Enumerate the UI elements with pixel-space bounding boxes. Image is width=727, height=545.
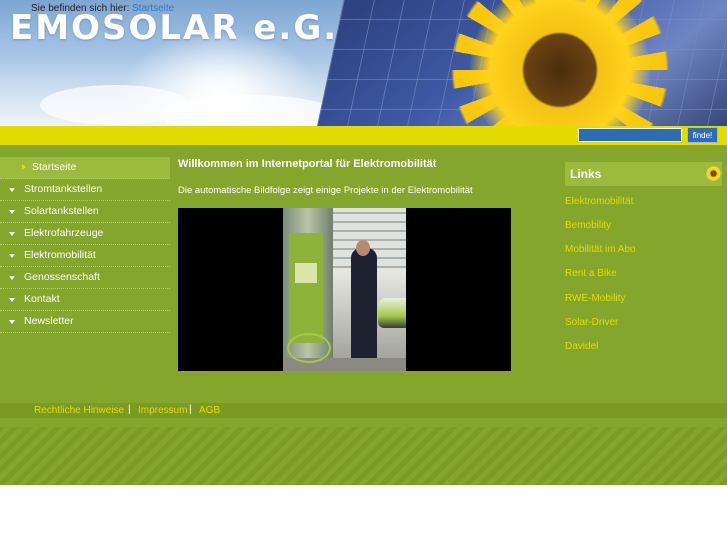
sidebar-item-label: Startseite [32,161,77,173]
sidebar-item-elektrofahrzeuge[interactable]: Elektrofahrzeuge [0,223,170,245]
arrow-down-icon [9,210,15,214]
slideshow[interactable] [178,208,511,371]
sunflower-image [470,0,650,126]
link-mobilitaet-im-abo[interactable]: Mobilität im Abo [565,244,636,255]
footer-band [0,418,727,427]
sidebar-item-label: Elektromobilität [24,249,96,261]
arrow-down-icon [9,298,15,302]
links-panel-title: Links [570,167,602,181]
sidebar-item-label: Solartankstellen [24,205,99,217]
link-rwe-mobility[interactable]: RWE-Mobility [565,293,625,304]
sidebar-item-label: Elektrofahrzeuge [24,227,104,239]
sidebar-item-label: Kontakt [24,293,60,305]
sidebar-item-label: Stromtankstellen [24,183,103,195]
sidebar-nav: Startseite Stromtankstellen Solartankste… [0,157,170,333]
sidebar-item-stromtankstellen[interactable]: Stromtankstellen [0,179,170,201]
breadcrumb-label: Sie befinden sich hier: [31,3,130,14]
footer-link-impressum[interactable]: Impressum [138,405,187,416]
intro-text: Die automatische Bildfolge zeigt einige … [178,185,473,196]
sidebar-item-newsletter[interactable]: Newsletter [0,311,170,333]
link-elektromobilitaet[interactable]: Elektromobilität [565,196,633,207]
bicycle-shape [287,333,331,363]
footer-separator: | [128,404,131,415]
footer-stripes [0,418,727,485]
footer-link-rechtliche-hinweise[interactable]: Rechtliche Hinweise [34,405,124,416]
sidebar-item-label: Newsletter [24,315,74,327]
site-title[interactable]: EMOSOLAR e.G. [10,8,338,48]
link-davidel[interactable]: Davidel [565,341,598,352]
sidebar-item-solartankstellen[interactable]: Solartankstellen [0,201,170,223]
header-banner: EMOSOLAR e.G. [0,0,727,126]
link-solar-driver[interactable]: Solar-Driver [565,317,618,328]
arrow-right-icon [22,164,26,170]
arrow-down-icon [9,188,15,192]
search-input[interactable] [578,128,682,142]
station-screen-shape [295,263,317,283]
arrow-down-icon [9,276,15,280]
arrow-down-icon [9,232,15,236]
charging-station-shape [289,233,323,343]
sidebar-item-genossenschaft[interactable]: Genossenschaft [0,267,170,289]
link-bemobility[interactable]: Bemobility [565,220,611,231]
arrow-down-icon [9,320,15,324]
page-title: Willkommen im Internetportal für Elektro… [178,158,437,170]
footer-link-agb[interactable]: AGB [199,405,220,416]
sidebar-item-kontakt[interactable]: Kontakt [0,289,170,311]
sunflower-icon [706,166,721,181]
person-head-shape [356,240,370,256]
breadcrumb-current-link[interactable]: Startseite [132,3,174,14]
footer-separator: | [189,404,192,415]
sidebar-item-startseite[interactable]: Startseite [0,157,170,179]
sidebar-item-elektromobilitaet[interactable]: Elektromobilität [0,245,170,267]
person-shape [351,248,377,363]
car-shape [378,298,406,328]
arrow-down-icon [9,254,15,258]
slideshow-photo [283,208,406,371]
sidebar-item-label: Genossenschaft [24,271,100,283]
link-rent-a-bike[interactable]: Rent a Bike [565,268,617,279]
search-button[interactable]: finde! [687,127,718,143]
